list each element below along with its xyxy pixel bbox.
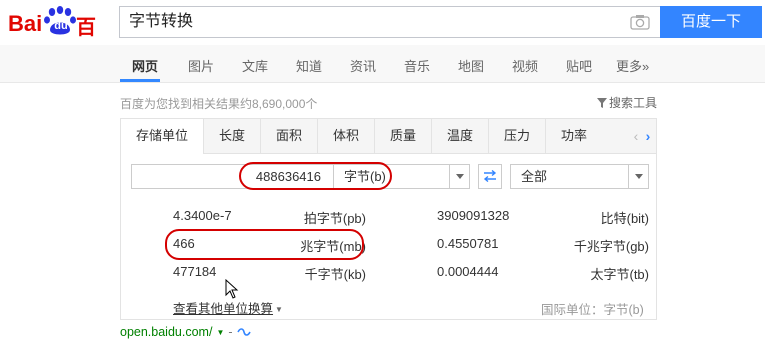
result-value-gb: 0.4550781 bbox=[437, 236, 499, 251]
result-count: 百度为您找到相关结果约8,690,000个 bbox=[120, 97, 318, 111]
filter-icon bbox=[597, 98, 607, 108]
unit-tab-storage[interactable]: 存储单位 bbox=[121, 119, 204, 154]
unit-category-tabs: 存储单位 长度 面积 体积 质量 温度 压力 功率 ‹ › bbox=[121, 119, 656, 154]
tab-tieba[interactable]: 贴吧 bbox=[566, 56, 592, 75]
result-value-tb: 0.0004444 bbox=[437, 264, 499, 279]
search-query-text: 字节转换 bbox=[129, 13, 194, 30]
caret-down-icon: ▼ bbox=[275, 305, 283, 314]
unit-tab-temperature[interactable]: 温度 bbox=[432, 119, 489, 153]
unit-converter-card: 存储单位 长度 面积 体积 质量 温度 压力 功率 ‹ › 488636416 … bbox=[120, 118, 657, 320]
header: Bai du 百度 字节转换 百度一下 bbox=[0, 0, 765, 68]
unit-tab-volume[interactable]: 体积 bbox=[318, 119, 375, 153]
chevron-down-icon bbox=[628, 165, 648, 188]
baidu-logo[interactable]: Bai du 百度 bbox=[8, 4, 112, 68]
url-separator: - bbox=[228, 325, 233, 339]
result-url[interactable]: open.baidu.com/ bbox=[120, 325, 212, 339]
swap-icon bbox=[483, 169, 497, 183]
tab-map[interactable]: 地图 bbox=[458, 56, 484, 75]
logo-du-text: du bbox=[54, 20, 68, 32]
more-units-link[interactable]: 查看其他单位换算 ▼ bbox=[173, 298, 283, 317]
logo-bai-text: Bai bbox=[8, 11, 43, 36]
result-url-line: open.baidu.com/ ▼ - bbox=[120, 325, 251, 339]
result-unit-kb: 千字节(kb) bbox=[304, 267, 366, 282]
tab-zhidao[interactable]: 知道 bbox=[296, 56, 322, 75]
chevron-down-icon bbox=[449, 165, 469, 188]
unit-tab-length[interactable]: 长度 bbox=[204, 119, 261, 153]
unit-tab-mass[interactable]: 质量 bbox=[375, 119, 432, 153]
result-value-kb: 477184 bbox=[173, 264, 217, 279]
search-tabs: 网页 图片 文库 知道 资讯 音乐 地图 视频 贴吧 更多» bbox=[0, 45, 765, 83]
search-button[interactable]: 百度一下 bbox=[660, 6, 762, 38]
result-unit-tb: 太字节(tb) bbox=[590, 267, 649, 282]
unit-tab-power[interactable]: 功率 bbox=[546, 119, 602, 153]
swap-units-button[interactable] bbox=[478, 164, 502, 189]
result-value-bit: 3909091328 bbox=[437, 208, 510, 223]
intl-unit-note: 国际单位：字节(b) bbox=[541, 303, 644, 317]
result-unit-pb: 拍字节(pb) bbox=[303, 211, 366, 226]
search-tools-button[interactable]: 搜索工具 bbox=[597, 94, 657, 111]
active-tab-indicator bbox=[120, 79, 160, 82]
result-unit-gb: 千兆字节(gb) bbox=[573, 239, 649, 254]
highlight-ring bbox=[239, 162, 392, 190]
tab-web[interactable]: 网页 bbox=[132, 56, 158, 75]
tab-wenku[interactable]: 文库 bbox=[242, 56, 268, 75]
to-unit-label: 全部 bbox=[521, 169, 548, 184]
more-units-label: 查看其他单位换算 bbox=[173, 302, 274, 316]
to-unit-select[interactable]: 全部 bbox=[510, 164, 649, 189]
tab-images[interactable]: 图片 bbox=[188, 56, 214, 75]
search-input[interactable]: 字节转换 bbox=[119, 6, 660, 38]
highlight-ring-mb bbox=[165, 229, 364, 260]
tab-music[interactable]: 音乐 bbox=[404, 56, 430, 75]
result-unit-bit: 比特(bit) bbox=[600, 211, 649, 226]
chevron-right-icon[interactable]: › bbox=[641, 127, 655, 145]
caret-down-icon[interactable]: ▼ bbox=[216, 328, 224, 337]
search-tools-label: 搜索工具 bbox=[609, 96, 658, 110]
unit-tab-area[interactable]: 面积 bbox=[261, 119, 318, 153]
result-value-pb: 4.3400e-7 bbox=[173, 208, 232, 223]
tab-more[interactable]: 更多» bbox=[616, 56, 649, 75]
camera-icon[interactable] bbox=[630, 14, 650, 30]
link-icon[interactable] bbox=[236, 327, 251, 337]
mouse-cursor-icon bbox=[225, 279, 239, 299]
unit-tab-pressure[interactable]: 压力 bbox=[489, 119, 546, 153]
tab-news[interactable]: 资讯 bbox=[350, 56, 376, 75]
tab-video[interactable]: 视频 bbox=[512, 56, 538, 75]
